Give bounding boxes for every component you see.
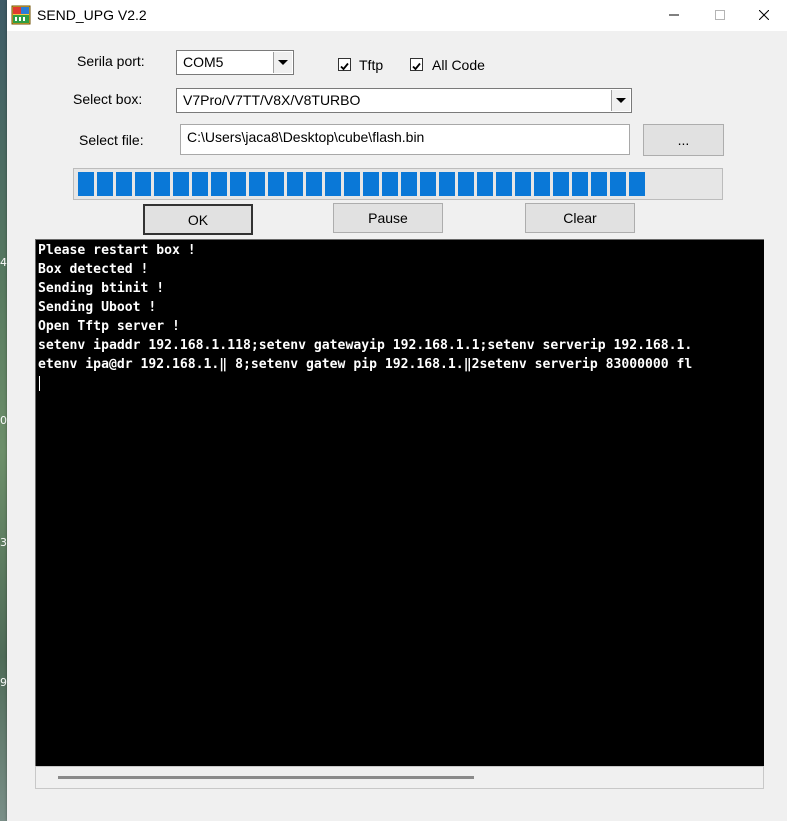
progress-segment: [116, 172, 132, 196]
upg-app-icon: [11, 5, 31, 25]
window-title: SEND_UPG V2.2: [37, 7, 147, 23]
progress-segment: [401, 172, 417, 196]
progress-segment: [211, 172, 227, 196]
ok-button[interactable]: OK: [143, 204, 253, 235]
progress-segment: [135, 172, 151, 196]
progress-segment: [458, 172, 474, 196]
progress-segment: [553, 172, 569, 196]
minimize-button[interactable]: [651, 0, 697, 31]
progress-segment: [325, 172, 341, 196]
scrollbar-thumb[interactable]: [58, 776, 474, 779]
progress-segment: [534, 172, 550, 196]
progress-segment: [591, 172, 607, 196]
progress-segment: [306, 172, 322, 196]
tftp-checkbox[interactable]: [338, 58, 351, 71]
file-path-input[interactable]: C:\Users\jaca8\Desktop\cube\flash.bin: [180, 124, 630, 155]
progress-segment: [192, 172, 208, 196]
progress-segment: [344, 172, 360, 196]
chevron-down-icon: [278, 60, 288, 65]
serial-port-label: Serila port:: [77, 53, 145, 69]
maximize-icon: [715, 7, 725, 25]
maximize-button[interactable]: [697, 0, 743, 31]
console-line: Sending btinit !: [38, 281, 165, 296]
select-box-value: V7Pro/V7TT/V8X/V8TURBO: [183, 92, 361, 108]
progress-segment: [363, 172, 379, 196]
progress-segment: [382, 172, 398, 196]
console-line: Sending Uboot !: [38, 300, 157, 315]
close-button[interactable]: [741, 0, 787, 31]
progress-segment: [439, 172, 455, 196]
console-output[interactable]: Please restart box ! Box detected ! Send…: [35, 239, 764, 766]
progress-segment: [610, 172, 626, 196]
serial-port-value: COM5: [183, 54, 224, 70]
send-upg-window: SEND_UPG V2.2 Serila port: COM5 Tftp All…: [7, 0, 787, 821]
minimize-icon: [669, 7, 679, 25]
console-line: etenv ipa@dr 192.168.1.‖ 8;setenv gatew …: [38, 357, 693, 372]
progress-segment: [249, 172, 265, 196]
all-code-checkbox[interactable]: [410, 58, 423, 71]
pause-button[interactable]: Pause: [333, 203, 443, 233]
serial-port-dropdown-button[interactable]: [273, 52, 292, 73]
select-box-dropdown-button[interactable]: [611, 90, 630, 111]
close-icon: [758, 7, 770, 25]
tftp-label: Tftp: [359, 57, 384, 73]
progress-segment: [78, 172, 94, 196]
progress-segment: [572, 172, 588, 196]
progress-segment: [173, 172, 189, 196]
text-caret: [39, 376, 40, 391]
serial-port-select[interactable]: COM5: [176, 50, 294, 75]
checkmark-icon: [340, 62, 349, 71]
console-line: Please restart box !: [38, 243, 196, 258]
console-line: Open Tftp server !: [38, 319, 180, 334]
title-bar[interactable]: SEND_UPG V2.2: [7, 0, 787, 31]
progress-segment: [420, 172, 436, 196]
file-path-value: C:\Users\jaca8\Desktop\cube\flash.bin: [187, 129, 425, 145]
select-file-label: Select file:: [79, 132, 144, 148]
checkmark-icon: [412, 62, 421, 71]
select-box-select[interactable]: V7Pro/V7TT/V8X/V8TURBO: [176, 88, 632, 113]
progress-segment: [496, 172, 512, 196]
progress-segment: [477, 172, 493, 196]
upload-progress-bar: [73, 168, 723, 200]
progress-segment: [268, 172, 284, 196]
progress-segment: [230, 172, 246, 196]
select-box-label: Select box:: [73, 91, 143, 107]
all-code-label: All Code: [432, 57, 485, 73]
progress-segment: [515, 172, 531, 196]
chevron-down-icon: [616, 98, 626, 103]
console-line: Box detected !: [38, 262, 149, 277]
progress-segment: [97, 172, 113, 196]
progress-segment: [287, 172, 303, 196]
progress-segment: [154, 172, 170, 196]
console-horizontal-scrollbar[interactable]: [35, 766, 764, 789]
console-line: setenv ipaddr 192.168.1.118;setenv gatew…: [38, 338, 693, 353]
clear-button[interactable]: Clear: [525, 203, 635, 233]
progress-segment: [629, 172, 645, 196]
browse-button[interactable]: ...: [643, 124, 724, 156]
